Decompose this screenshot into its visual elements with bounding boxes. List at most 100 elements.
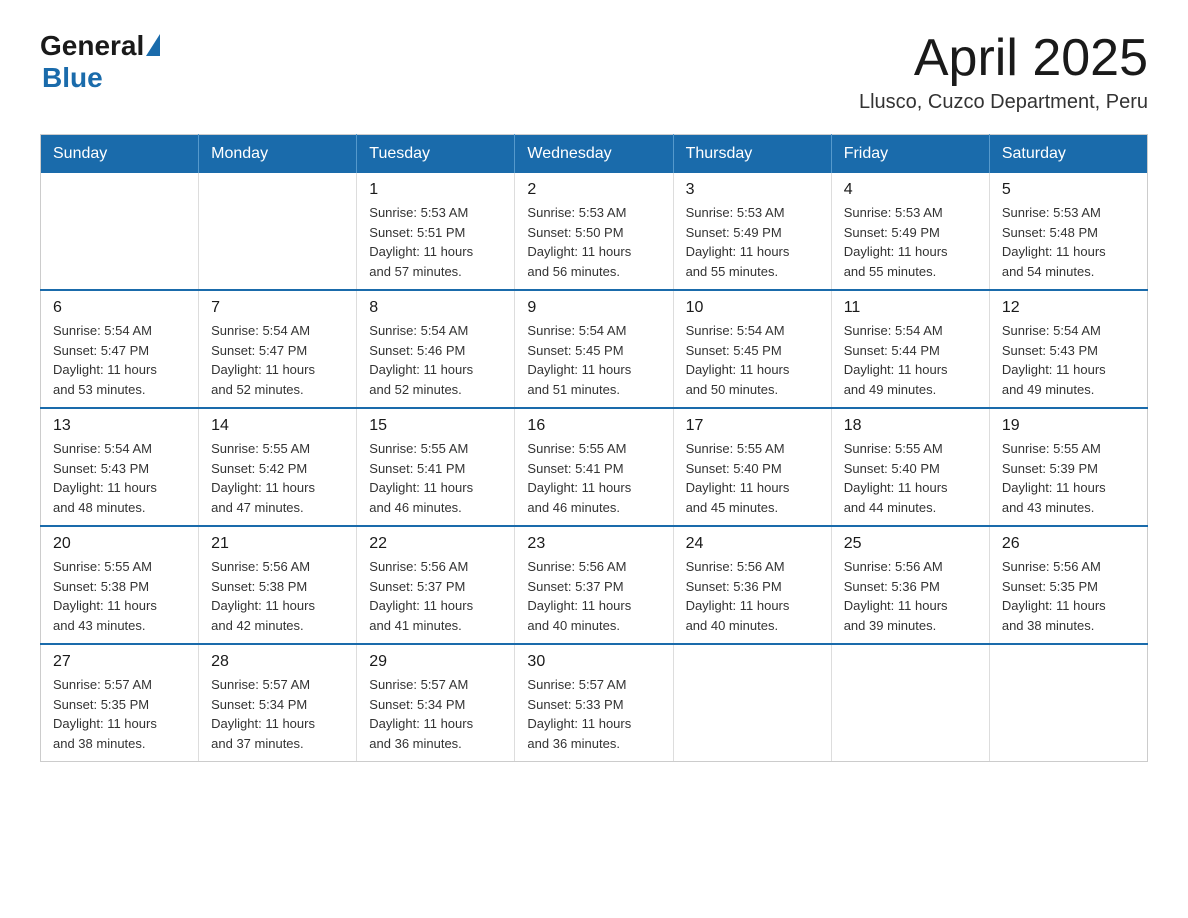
logo-general-text: General bbox=[40, 30, 144, 62]
calendar-cell: 4 Sunrise: 5:53 AMSunset: 5:49 PMDaylight… bbox=[831, 173, 989, 290]
day-number: 28 bbox=[211, 653, 344, 671]
day-info: Sunrise: 5:56 AMSunset: 5:38 PMDaylight:… bbox=[211, 557, 344, 635]
calendar-cell: 14 Sunrise: 5:55 AMSunset: 5:42 PMDayligh… bbox=[199, 408, 357, 526]
day-number: 24 bbox=[686, 535, 819, 553]
page-header: General Blue April 2025 Llusco, Cuzco De… bbox=[40, 30, 1148, 114]
day-number: 8 bbox=[369, 299, 502, 317]
day-number: 2 bbox=[527, 181, 660, 199]
calendar-week-4: 20Sunrise: 5:55 AMSunset: 5:38 PMDayligh… bbox=[41, 526, 1148, 644]
calendar-cell: 10Sunrise: 5:54 AMSunset: 5:45 PMDayligh… bbox=[673, 290, 831, 408]
day-info: Sunrise: 5:53 AMSunset: 5:48 PMDaylight:… bbox=[1002, 203, 1135, 281]
day-number: 20 bbox=[53, 535, 186, 553]
day-number: 29 bbox=[369, 653, 502, 671]
calendar-cell: 27Sunrise: 5:57 AMSunset: 5:35 PMDayligh… bbox=[41, 644, 199, 762]
day-info: Sunrise: 5:57 AMSunset: 5:33 PMDaylight:… bbox=[527, 675, 660, 753]
header-thursday: Thursday bbox=[673, 135, 831, 174]
day-number: 15 bbox=[369, 417, 502, 435]
day-number: 22 bbox=[369, 535, 502, 553]
day-info: Sunrise: 5:54 AMSunset: 5:43 PMDaylight:… bbox=[53, 439, 186, 517]
day-info: Sunrise: 5:55 AMSunset: 5:41 PMDaylight:… bbox=[527, 439, 660, 517]
day-number: 6 bbox=[53, 299, 186, 317]
logo: General Blue bbox=[40, 30, 160, 94]
calendar-cell: 20Sunrise: 5:55 AMSunset: 5:38 PMDayligh… bbox=[41, 526, 199, 644]
day-number: 7 bbox=[211, 299, 344, 317]
day-info: Sunrise: 5:54 AMSunset: 5:43 PMDaylight:… bbox=[1002, 321, 1135, 399]
logo-triangle-icon bbox=[146, 34, 160, 56]
day-number: 13 bbox=[53, 417, 186, 435]
calendar-week-5: 27Sunrise: 5:57 AMSunset: 5:35 PMDayligh… bbox=[41, 644, 1148, 762]
calendar-cell: 2 Sunrise: 5:53 AMSunset: 5:50 PMDaylight… bbox=[515, 173, 673, 290]
day-info: Sunrise: 5:55 AMSunset: 5:41 PMDaylight:… bbox=[369, 439, 502, 517]
day-number: 18 bbox=[844, 417, 977, 435]
calendar-cell: 3 Sunrise: 5:53 AMSunset: 5:49 PMDaylight… bbox=[673, 173, 831, 290]
calendar-cell bbox=[673, 644, 831, 762]
day-number: 16 bbox=[527, 417, 660, 435]
day-info: Sunrise: 5:53 AMSunset: 5:50 PMDaylight:… bbox=[527, 203, 660, 281]
day-number: 14 bbox=[211, 417, 344, 435]
day-info: Sunrise: 5:56 AMSunset: 5:35 PMDaylight:… bbox=[1002, 557, 1135, 635]
header-saturday: Saturday bbox=[989, 135, 1147, 174]
day-info: Sunrise: 5:56 AMSunset: 5:37 PMDaylight:… bbox=[369, 557, 502, 635]
day-number: 30 bbox=[527, 653, 660, 671]
day-number: 5 bbox=[1002, 181, 1135, 199]
calendar-cell: 24 Sunrise: 5:56 AMSunset: 5:36 PMDayligh… bbox=[673, 526, 831, 644]
calendar-cell: 1 Sunrise: 5:53 AMSunset: 5:51 PMDaylight… bbox=[357, 173, 515, 290]
calendar-cell: 26 Sunrise: 5:56 AMSunset: 5:35 PMDayligh… bbox=[989, 526, 1147, 644]
day-number: 26 bbox=[1002, 535, 1135, 553]
calendar-cell bbox=[41, 173, 199, 290]
calendar-cell: 5 Sunrise: 5:53 AMSunset: 5:48 PMDaylight… bbox=[989, 173, 1147, 290]
calendar-cell: 17Sunrise: 5:55 AMSunset: 5:40 PMDayligh… bbox=[673, 408, 831, 526]
day-info: Sunrise: 5:54 AMSunset: 5:47 PMDaylight:… bbox=[211, 321, 344, 399]
day-number: 23 bbox=[527, 535, 660, 553]
day-info: Sunrise: 5:54 AMSunset: 5:44 PMDaylight:… bbox=[844, 321, 977, 399]
day-number: 11 bbox=[844, 299, 977, 317]
day-info: Sunrise: 5:57 AMSunset: 5:34 PMDaylight:… bbox=[369, 675, 502, 753]
header-wednesday: Wednesday bbox=[515, 135, 673, 174]
calendar-cell bbox=[989, 644, 1147, 762]
calendar-table: SundayMondayTuesdayWednesdayThursdayFrid… bbox=[40, 134, 1148, 762]
day-info: Sunrise: 5:54 AMSunset: 5:46 PMDaylight:… bbox=[369, 321, 502, 399]
day-number: 3 bbox=[686, 181, 819, 199]
header-tuesday: Tuesday bbox=[357, 135, 515, 174]
day-info: Sunrise: 5:56 AMSunset: 5:36 PMDaylight:… bbox=[686, 557, 819, 635]
day-info: Sunrise: 5:54 AMSunset: 5:47 PMDaylight:… bbox=[53, 321, 186, 399]
calendar-cell bbox=[199, 173, 357, 290]
calendar-cell: 25 Sunrise: 5:56 AMSunset: 5:36 PMDayligh… bbox=[831, 526, 989, 644]
day-number: 27 bbox=[53, 653, 186, 671]
day-info: Sunrise: 5:53 AMSunset: 5:49 PMDaylight:… bbox=[686, 203, 819, 281]
day-number: 25 bbox=[844, 535, 977, 553]
day-info: Sunrise: 5:53 AMSunset: 5:51 PMDaylight:… bbox=[369, 203, 502, 281]
day-info: Sunrise: 5:56 AMSunset: 5:36 PMDaylight:… bbox=[844, 557, 977, 635]
day-info: Sunrise: 5:55 AMSunset: 5:40 PMDaylight:… bbox=[686, 439, 819, 517]
calendar-cell: 7 Sunrise: 5:54 AMSunset: 5:47 PMDaylight… bbox=[199, 290, 357, 408]
calendar-cell: 8 Sunrise: 5:54 AMSunset: 5:46 PMDaylight… bbox=[357, 290, 515, 408]
calendar-cell bbox=[831, 644, 989, 762]
calendar-cell: 23Sunrise: 5:56 AMSunset: 5:37 PMDayligh… bbox=[515, 526, 673, 644]
logo-blue-text: Blue bbox=[42, 62, 103, 94]
day-info: Sunrise: 5:55 AMSunset: 5:40 PMDaylight:… bbox=[844, 439, 977, 517]
calendar-cell: 11 Sunrise: 5:54 AMSunset: 5:44 PMDayligh… bbox=[831, 290, 989, 408]
day-info: Sunrise: 5:53 AMSunset: 5:49 PMDaylight:… bbox=[844, 203, 977, 281]
day-info: Sunrise: 5:55 AMSunset: 5:42 PMDaylight:… bbox=[211, 439, 344, 517]
calendar-week-1: 1 Sunrise: 5:53 AMSunset: 5:51 PMDaylight… bbox=[41, 173, 1148, 290]
day-info: Sunrise: 5:57 AMSunset: 5:34 PMDaylight:… bbox=[211, 675, 344, 753]
day-number: 1 bbox=[369, 181, 502, 199]
day-number: 12 bbox=[1002, 299, 1135, 317]
day-number: 21 bbox=[211, 535, 344, 553]
calendar-cell: 12 Sunrise: 5:54 AMSunset: 5:43 PMDayligh… bbox=[989, 290, 1147, 408]
calendar-cell: 9Sunrise: 5:54 AMSunset: 5:45 PMDaylight… bbox=[515, 290, 673, 408]
day-info: Sunrise: 5:54 AMSunset: 5:45 PMDaylight:… bbox=[527, 321, 660, 399]
calendar-cell: 30 Sunrise: 5:57 AMSunset: 5:33 PMDayligh… bbox=[515, 644, 673, 762]
calendar-cell: 22 Sunrise: 5:56 AMSunset: 5:37 PMDayligh… bbox=[357, 526, 515, 644]
calendar-cell: 15 Sunrise: 5:55 AMSunset: 5:41 PMDayligh… bbox=[357, 408, 515, 526]
calendar-cell: 29 Sunrise: 5:57 AMSunset: 5:34 PMDayligh… bbox=[357, 644, 515, 762]
calendar-cell: 6 Sunrise: 5:54 AMSunset: 5:47 PMDaylight… bbox=[41, 290, 199, 408]
calendar-cell: 16 Sunrise: 5:55 AMSunset: 5:41 PMDayligh… bbox=[515, 408, 673, 526]
calendar-cell: 28 Sunrise: 5:57 AMSunset: 5:34 PMDayligh… bbox=[199, 644, 357, 762]
calendar-cell: 19Sunrise: 5:55 AMSunset: 5:39 PMDayligh… bbox=[989, 408, 1147, 526]
day-number: 4 bbox=[844, 181, 977, 199]
calendar-cell: 18 Sunrise: 5:55 AMSunset: 5:40 PMDayligh… bbox=[831, 408, 989, 526]
day-number: 19 bbox=[1002, 417, 1135, 435]
calendar-cell: 21 Sunrise: 5:56 AMSunset: 5:38 PMDayligh… bbox=[199, 526, 357, 644]
header-sunday: Sunday bbox=[41, 135, 199, 174]
